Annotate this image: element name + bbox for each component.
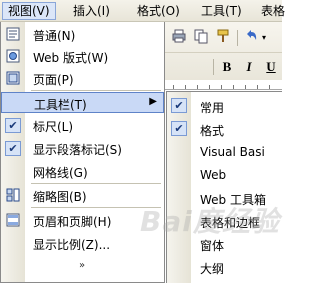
toolbars-submenu: ✔ 常用 ✔ 格式 Visual Basi Web Web 工具箱 表格和边框 …: [166, 91, 282, 283]
web-layout-icon: [5, 49, 21, 64]
menu-item-toolbars[interactable]: 工具栏(T) ▶: [1, 92, 164, 113]
menu-item-label: Web 版式(W): [33, 51, 109, 65]
menu-item-label: 缩略图(B): [33, 190, 87, 204]
checkmark-icon: ✔: [5, 118, 21, 133]
submenu-item-label: 常用: [200, 101, 225, 115]
format-painter-icon[interactable]: [213, 28, 233, 48]
menu-item-print-layout[interactable]: 页面(P): [1, 68, 164, 89]
underline-button[interactable]: U: [261, 57, 281, 77]
checkmark-icon: ✔: [171, 121, 187, 136]
menu-view[interactable]: 视图(V): [2, 2, 56, 20]
formatting-toolbar: B I U: [163, 52, 282, 80]
menu-table[interactable]: 表格: [256, 2, 290, 20]
submenu-item-formatting[interactable]: ✔ 格式: [167, 117, 282, 140]
thumbnails-icon: [5, 188, 21, 203]
menu-bar: 视图(V) 插入(I) 格式(O) 工具(T) 表格: [0, 0, 285, 22]
menu-item-label: 网格线(G): [33, 166, 88, 180]
menu-separator: [31, 90, 161, 91]
ruler: [163, 80, 282, 90]
submenu-item-standard[interactable]: ✔ 常用: [167, 94, 282, 117]
menu-item-label: 工具栏(T): [34, 98, 87, 112]
menu-item-show-paragraph-marks[interactable]: ✔ 显示段落标记(S): [1, 138, 164, 159]
normal-view-icon: [5, 27, 21, 42]
view-menu: 普通(N) Web 版式(W) 页面(P) 工具栏(T) ▶ ✔ 标尺(L) ✔…: [0, 22, 165, 283]
menu-item-gridlines[interactable]: 网格线(G): [1, 161, 164, 182]
print-layout-icon: [5, 71, 21, 86]
checkmark-icon: ✔: [171, 98, 187, 113]
menu-item-label: 显示比例(Z)...: [33, 238, 111, 252]
italic-button[interactable]: I: [239, 57, 259, 77]
menu-item-label: 显示段落标记(S): [33, 143, 122, 157]
menu-format[interactable]: 格式(O): [132, 2, 185, 20]
toolbar-area: ▾ B I U: [163, 22, 282, 80]
undo-dropdown-icon[interactable]: ▾: [259, 28, 269, 48]
print-icon[interactable]: [169, 28, 189, 48]
toolbar-separator: [237, 30, 238, 46]
menu-insert[interactable]: 插入(I): [68, 2, 115, 20]
menu-item-label: 页面(P): [33, 73, 74, 87]
submenu-arrow-icon: ▶: [149, 96, 157, 107]
submenu-item-visual-basic[interactable]: Visual Basi: [167, 140, 282, 163]
submenu-item-label: Web: [200, 168, 227, 182]
menu-tools[interactable]: 工具(T): [196, 2, 247, 20]
menu-item-ruler[interactable]: ✔ 标尺(L): [1, 115, 164, 136]
bold-button[interactable]: B: [217, 57, 237, 77]
submenu-item-outline[interactable]: 大纲: [167, 255, 282, 278]
menu-item-label: 页眉和页脚(H): [33, 215, 112, 229]
checkmark-icon: ✔: [5, 141, 21, 156]
menu-item-normal[interactable]: 普通(N): [1, 24, 164, 45]
undo-icon[interactable]: [241, 28, 261, 48]
toolbar-separator: [213, 59, 214, 75]
watermark: Bai度经验: [140, 205, 280, 238]
menu-separator: [31, 183, 161, 184]
submenu-item-label: 格式: [200, 124, 225, 138]
copy-icon[interactable]: [191, 28, 211, 48]
header-footer-icon: [5, 213, 21, 228]
menu-item-label: 普通(N): [33, 29, 76, 43]
menu-item-web-layout[interactable]: Web 版式(W): [1, 46, 164, 67]
expand-menu-icon[interactable]: »: [79, 260, 85, 271]
submenu-item-label: 大纲: [200, 262, 225, 276]
standard-toolbar: ▾: [163, 24, 282, 52]
submenu-item-web[interactable]: Web: [167, 163, 282, 186]
menu-item-label: 标尺(L): [33, 120, 74, 134]
submenu-item-label: Visual Basi: [200, 145, 265, 159]
